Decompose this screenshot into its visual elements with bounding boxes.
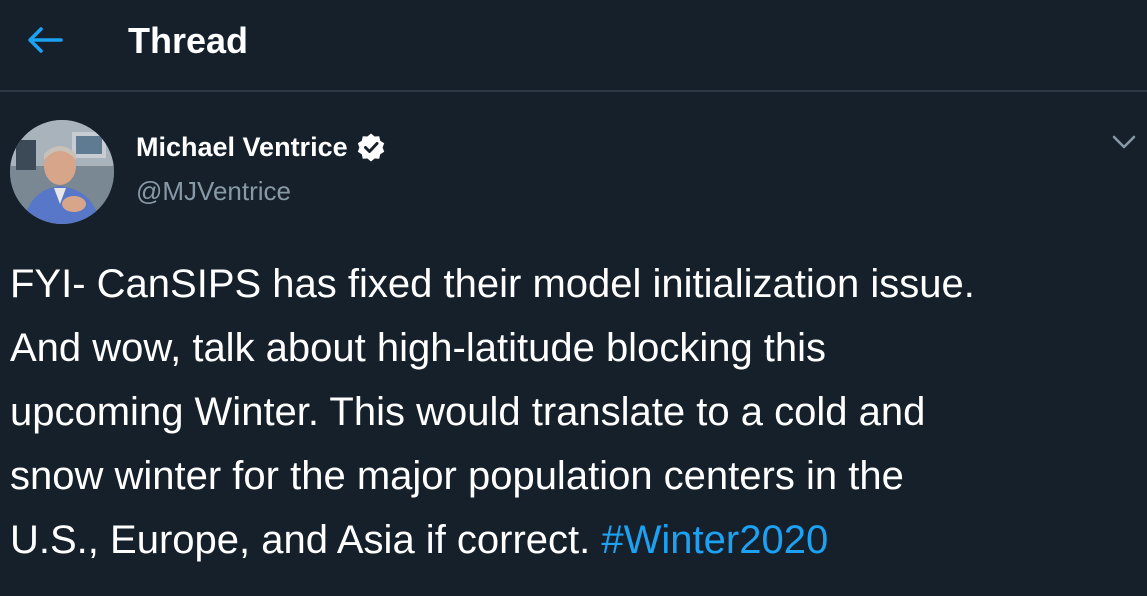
page-title: Thread [128, 20, 249, 61]
back-button[interactable] [18, 18, 70, 62]
tweet-text-line: snow winter for the major population cen… [10, 454, 904, 498]
tweet-text-line: FYI- CanSIPS has fixed their model initi… [10, 262, 975, 306]
author-name-text: Michael Ventrice [136, 132, 348, 162]
tweet: Michael Ventrice @MJVentrice FYI- CanSIP… [0, 94, 1147, 596]
avatar[interactable] [10, 120, 114, 224]
tweet-text-line-last: U.S., Europe, and Asia if correct. #Wint… [10, 508, 1144, 572]
tweet-menu-button[interactable] [1109, 130, 1139, 154]
hashtag-link[interactable]: #Winter2020 [601, 518, 828, 562]
author-name[interactable]: Michael Ventrice [136, 130, 386, 164]
author-handle[interactable]: @MJVentrice [136, 174, 291, 208]
tweet-text-line: And wow, talk about high-latitude blocki… [10, 326, 827, 370]
chevron-down-icon [1111, 134, 1137, 150]
thread-header: Thread [0, 0, 1147, 92]
tweet-text-line: U.S., Europe, and Asia if correct. [10, 518, 602, 562]
arrow-left-icon [25, 25, 63, 55]
tweet-text-line: upcoming Winter. This would translate to… [10, 390, 926, 434]
verified-badge-icon [356, 132, 386, 162]
tweet-text: FYI- CanSIPS has fixed their model initi… [10, 252, 1144, 572]
